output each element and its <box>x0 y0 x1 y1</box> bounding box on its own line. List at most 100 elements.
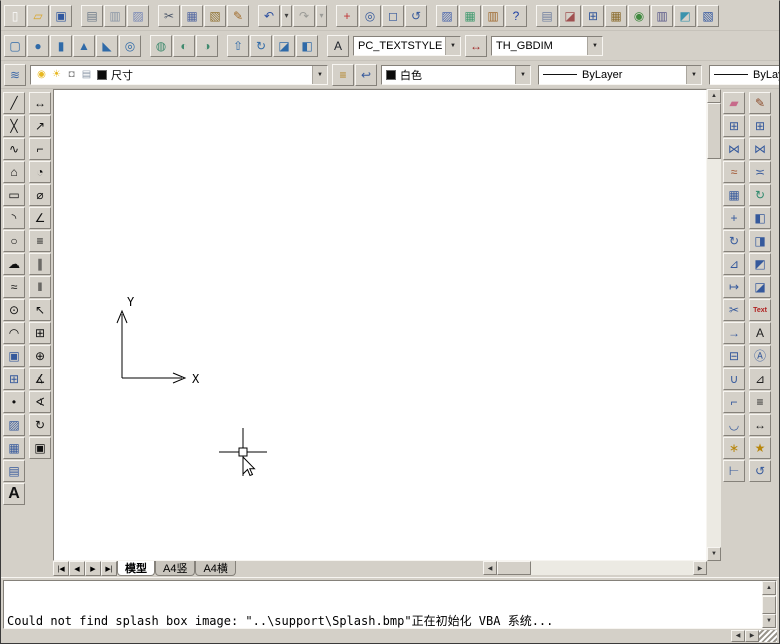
erase-icon[interactable]: ▰ <box>723 92 745 114</box>
spline-icon[interactable]: ≈ <box>3 276 25 298</box>
move-icon[interactable]: + <box>723 207 745 229</box>
join-icon[interactable]: ⊢ <box>723 460 745 482</box>
text-style-dropdown-icon[interactable]: ▼ <box>445 36 460 55</box>
tolerance-icon[interactable]: ⊞ <box>29 322 51 344</box>
redo-icon[interactable]: ↷ <box>293 4 315 27</box>
zoom-window-icon[interactable]: ◻ <box>382 4 404 27</box>
cylinder-icon[interactable]: ▮ <box>50 34 72 57</box>
command-scroll-right-icon[interactable]: ▶ <box>745 629 759 642</box>
publish-icon[interactable]: ▨ <box>127 4 149 27</box>
command-scroll-down-icon[interactable]: ▼ <box>762 614 776 628</box>
rotate-3d-icon[interactable]: ↻ <box>749 184 771 206</box>
revolve-icon[interactable]: ↻ <box>250 34 272 57</box>
edit-text-icon[interactable]: Ⓐ <box>749 345 771 367</box>
make-object-layer-current-icon[interactable]: ≡ <box>332 63 354 86</box>
dimension-style-icon[interactable]: ▣ <box>29 437 51 459</box>
union-icon[interactable]: ◍ <box>150 34 172 57</box>
markup-icon[interactable]: ◪ <box>559 4 581 27</box>
ordinate-dimension-icon[interactable]: ⌐ <box>29 138 51 160</box>
tab-a4-portrait[interactable]: A4竖 <box>155 561 196 576</box>
command-scroll-left-icon[interactable]: ◀ <box>731 629 745 642</box>
offset-icon[interactable]: ≈ <box>723 161 745 183</box>
wedge-icon[interactable]: ◣ <box>96 34 118 57</box>
render-icon[interactable]: ◩ <box>674 4 696 27</box>
drawing-canvas[interactable]: Y X <box>53 89 707 561</box>
command-scroll-thumb[interactable] <box>762 596 776 614</box>
layer-properties-icon[interactable]: ≋ <box>4 63 26 86</box>
angular-dimension-icon[interactable]: ∠ <box>29 207 51 229</box>
quick-dimension-icon[interactable]: ≡ <box>29 230 51 252</box>
command-vertical-scrollbar[interactable]: ▲ ▼ <box>762 581 776 628</box>
layer-lock-icon[interactable]: ◘ <box>65 67 78 82</box>
make-block-icon[interactable]: ⊞ <box>3 368 25 390</box>
quick-leader-icon[interactable]: ↖ <box>29 299 51 321</box>
point-icon[interactable]: • <box>3 391 25 413</box>
ellipse-icon[interactable]: ⊙ <box>3 299 25 321</box>
extend-icon[interactable]: → <box>723 322 745 344</box>
polygon-icon[interactable]: ⌂ <box>3 161 25 183</box>
dim-style-combo[interactable]: TH_GBDIM ▼ <box>491 35 603 56</box>
sphere-icon[interactable]: ● <box>27 34 49 57</box>
layer-dropdown-icon[interactable]: ▼ <box>312 65 327 84</box>
canvas-scroll-up-icon[interactable]: ▲ <box>707 89 721 103</box>
text-icon[interactable]: Text <box>749 299 771 321</box>
undo-flyout-icon[interactable]: ▾ <box>281 4 292 27</box>
tab-nav-last-icon[interactable]: ▶| <box>101 561 117 576</box>
tab-nav-prev-icon[interactable]: ◀ <box>69 561 85 576</box>
box-icon[interactable]: ▢ <box>4 34 26 57</box>
canvas-vertical-scroll-track[interactable] <box>707 159 721 547</box>
mirror-icon[interactable]: ⋈ <box>723 138 745 160</box>
intersect-icon[interactable]: ◑ <box>196 34 218 57</box>
command-scroll-up-icon[interactable]: ▲ <box>762 581 776 595</box>
layer-on-bulb-icon[interactable]: ◉ <box>35 67 48 82</box>
circle-icon[interactable]: ○ <box>3 230 25 252</box>
construction-line-icon[interactable]: ╳ <box>3 115 25 137</box>
layer-plot-icon[interactable]: ▤ <box>80 67 93 82</box>
cone-icon[interactable]: ▲ <box>73 34 95 57</box>
rectangle-icon[interactable]: ▭ <box>3 184 25 206</box>
canvas-scroll-down-icon[interactable]: ▼ <box>707 547 721 561</box>
polyline-icon[interactable]: ∿ <box>3 138 25 160</box>
diameter-dimension-icon[interactable]: ⌀ <box>29 184 51 206</box>
dim-style-dropdown-icon[interactable]: ▼ <box>587 36 602 55</box>
tab-a4-landscape[interactable]: A4横 <box>195 561 236 576</box>
help-icon[interactable]: ? <box>505 4 527 27</box>
dim-style-icon[interactable]: ↔ <box>465 34 487 57</box>
solid-edit-icon[interactable]: ◧ <box>749 207 771 229</box>
tab-nav-first-icon[interactable]: |◀ <box>53 561 69 576</box>
match-properties-icon[interactable]: ✎ <box>227 4 249 27</box>
break-icon[interactable]: ∪ <box>723 368 745 390</box>
color-combo[interactable]: 白色 ▼ <box>381 64 531 85</box>
arc-icon[interactable]: ◝ <box>3 207 25 229</box>
undo-icon[interactable]: ↶ <box>258 4 280 27</box>
radius-dimension-icon[interactable]: ◔ <box>29 161 51 183</box>
body-edit-icon[interactable]: ◪ <box>749 276 771 298</box>
convert-distance-icon[interactable]: ↔ <box>749 414 771 436</box>
text-style-combo[interactable]: PC_TEXTSTYLE ▼ <box>353 35 461 56</box>
slice-icon[interactable]: ◪ <box>273 34 295 57</box>
linetype-combo[interactable]: ByLayer ▼ <box>538 64 702 85</box>
section-icon[interactable]: ◧ <box>296 34 318 57</box>
scale-icon[interactable]: ⊿ <box>723 253 745 275</box>
cut-icon[interactable]: ✂ <box>158 4 180 27</box>
save-icon[interactable]: ▣ <box>50 4 72 27</box>
layer-previous-icon[interactable]: ↩ <box>355 63 377 86</box>
fillet-icon[interactable]: ◡ <box>723 414 745 436</box>
canvas-vertical-scroll-thumb[interactable] <box>707 103 721 159</box>
single-line-text-icon[interactable]: A <box>749 322 771 344</box>
tab-nav-next-icon[interactable]: ▶ <box>85 561 101 576</box>
ellipse-arc-icon[interactable]: ◠ <box>3 322 25 344</box>
scale-text-icon[interactable]: ⊿ <box>749 368 771 390</box>
resize-grip[interactable] <box>759 629 777 642</box>
chamfer-icon[interactable]: ⌐ <box>723 391 745 413</box>
open-icon[interactable]: ▱ <box>27 4 49 27</box>
continue-dimension-icon[interactable]: ‖ <box>29 276 51 298</box>
command-history[interactable]: Could not find splash box image: "..\sup… <box>4 581 762 628</box>
copy-nested-icon[interactable]: ⊞ <box>749 115 771 137</box>
dimension-update-icon[interactable]: ↻ <box>29 414 51 436</box>
linear-dimension-icon[interactable]: ↔ <box>29 92 51 114</box>
update-icon[interactable]: ↺ <box>749 460 771 482</box>
face-edit-icon[interactable]: ◨ <box>749 230 771 252</box>
zoom-realtime-icon[interactable]: ◎ <box>359 4 381 27</box>
array-icon[interactable]: ▦ <box>723 184 745 206</box>
